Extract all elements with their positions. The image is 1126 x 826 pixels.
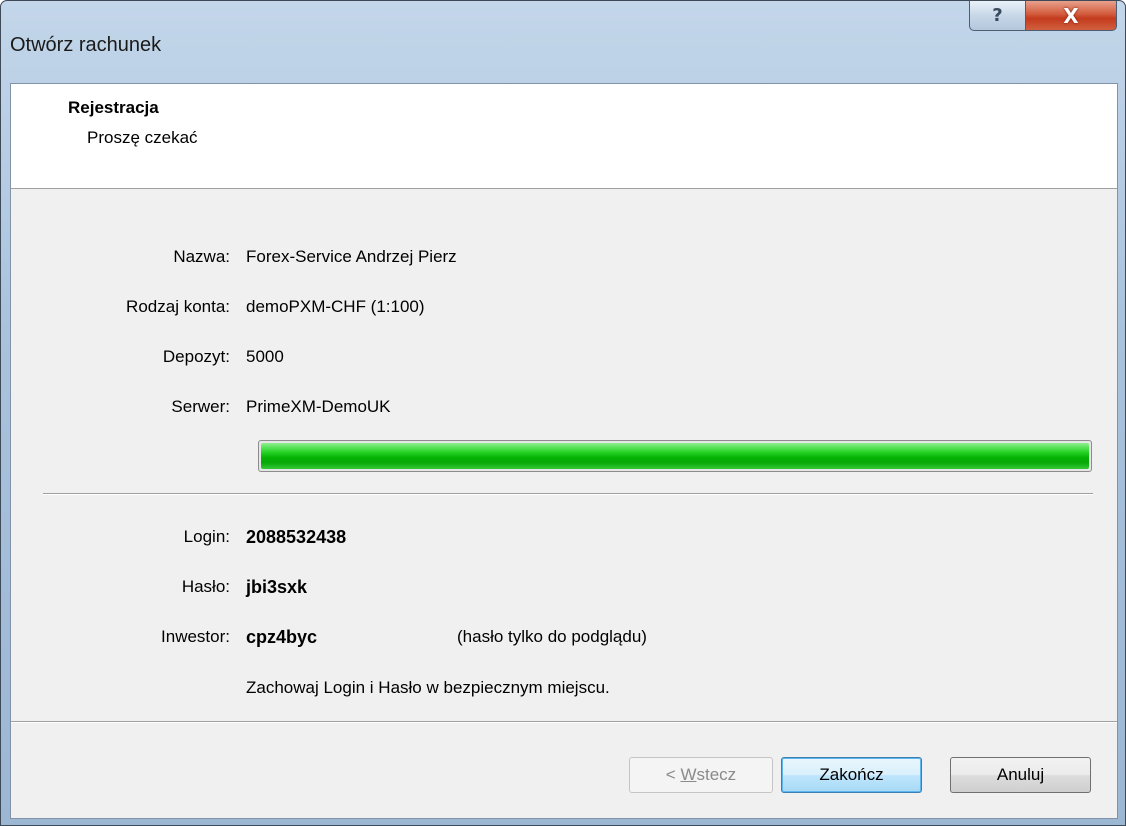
investor-label: Inwestor: (161, 627, 230, 646)
wizard-header: Rejestracja Proszę czekać (11, 84, 1117, 189)
help-button[interactable]: ? (969, 1, 1026, 31)
investor-value: cpz4byc (246, 627, 318, 647)
save-credentials-notice: Zachowaj Login i Hasło w bezpiecznym mie… (246, 678, 610, 697)
deposit-value: 5000 (246, 347, 284, 366)
back-button-accelerator: W (680, 765, 697, 784)
login-value: 2088532438 (246, 527, 347, 547)
close-button[interactable]: X (1025, 1, 1117, 31)
password-value: jbi3sxk (246, 577, 308, 597)
progress-fill (261, 443, 1089, 469)
help-icon: ? (992, 5, 1003, 26)
name-value: Forex-Service Andrzej Pierz (246, 247, 457, 266)
back-button-prefix: < (665, 765, 681, 784)
dialog-window: Otwórz rachunek ? X Rejestracja Proszę c… (0, 0, 1126, 826)
server-value: PrimeXM-DemoUK (246, 397, 391, 416)
window-title: Otwórz rachunek (10, 34, 162, 56)
wizard-step-title: Rejestracja (68, 98, 159, 117)
cancel-button[interactable]: Anuluj (950, 757, 1091, 793)
footer-divider (11, 721, 1117, 723)
password-label: Hasło: (181, 577, 230, 596)
registration-progress-bar (258, 440, 1092, 472)
dialog-body: Rejestracja Proszę czekać Nazwa: Forex-S… (10, 83, 1118, 819)
investor-note: (hasło tylko do podglądu) (457, 627, 647, 646)
account-type-label: Rodzaj konta: (126, 297, 230, 316)
divider (43, 493, 1093, 495)
server-label: Serwer: (171, 397, 230, 416)
name-label: Nazwa: (173, 247, 230, 266)
login-label: Login: (183, 527, 230, 546)
account-type-value: demoPXM-CHF (1:100) (246, 297, 425, 316)
back-button[interactable]: < W stecz (629, 757, 773, 793)
title-bar[interactable]: Otwórz rachunek ? X (1, 1, 1125, 83)
back-button-label: stecz (696, 765, 737, 784)
wizard-step-subtitle: Proszę czekać (87, 128, 198, 147)
deposit-label: Depozyt: (162, 347, 230, 366)
close-icon: X (1063, 3, 1079, 28)
finish-button[interactable]: Zakończ (781, 757, 922, 793)
